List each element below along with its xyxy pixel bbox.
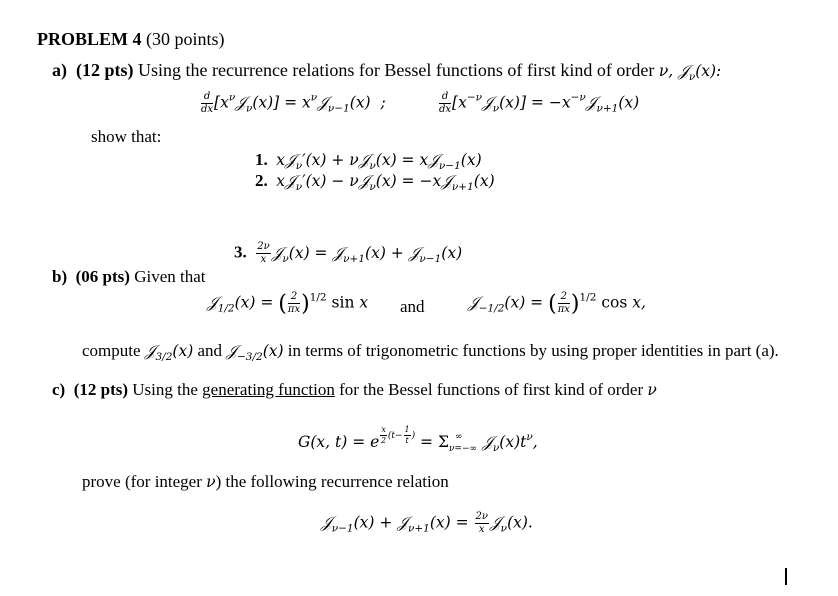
recurrence-relation-1: d dx [xν𝒥ν(x)] = xν𝒥ν−1(x) ; <box>201 91 386 115</box>
generating-function-equation: G(x, t) = e x 2 (t− 1 t) = Σν=−∞∞ 𝒥ν(x)tν, <box>298 425 538 454</box>
identity-3: 3. 2ν x 𝒥ν(x) = 𝒥ν+1(x) + 𝒥ν−1(x) <box>234 241 463 265</box>
part-c-points: (12 pts) <box>73 380 129 399</box>
prove-text: prove (for integer ν) the following recu… <box>82 473 449 491</box>
part-b-intro: b) (06 pts) Given that <box>52 268 205 285</box>
part-b-intro-text: Given that <box>134 267 206 286</box>
task-j-three-halves: 𝒥3/2(x) <box>144 342 194 363</box>
identity-1: 1. x𝒥ν′(x) + ν𝒥ν(x) = x𝒥ν−1(x) <box>255 150 482 172</box>
text-cursor <box>785 568 787 585</box>
identity-1-num: 1. <box>255 150 268 169</box>
prove-nu-symbol: ν <box>206 473 216 491</box>
generating-function-link: generating function <box>202 380 335 399</box>
task-post: in terms of trigonometric functions by u… <box>283 341 779 360</box>
identity-2: 2. x𝒥ν′(x) − ν𝒥ν(x) = −x𝒥ν+1(x) <box>255 171 495 193</box>
part-c-label: c) <box>52 380 66 399</box>
problem-title: PROBLEM 4 <box>37 29 142 49</box>
part-c-nu-symbol: ν <box>647 381 657 399</box>
identity-3-num: 3. <box>234 242 247 262</box>
part-c-intro-post: for the Bessel functions of first kind o… <box>334 380 648 399</box>
task-j-minus-three-halves: 𝒥−3/2(x) <box>226 342 284 363</box>
task-pre: compute <box>82 341 145 360</box>
part-b-task: compute 𝒥3/2(x) and 𝒥−3/2(x) in terms of… <box>82 342 779 363</box>
part-a-intro-text: Using the recurrence relations for Besse… <box>138 60 659 80</box>
show-that-label: show that: <box>91 127 162 146</box>
given-j-half: 𝒥1/2(x) = (2 πx)1/2 sin x <box>207 291 369 317</box>
identity-2-num: 2. <box>255 171 268 190</box>
part-b-points: (06 pts) <box>75 267 130 286</box>
prove-pre: prove (for integer <box>82 472 207 491</box>
part-a-points: (12 pts) <box>76 60 134 80</box>
task-mid: and <box>193 341 227 360</box>
given-j-minus-half: 𝒥−1/2(x) = (2 πx)1/2 cos x, <box>468 291 646 317</box>
problem-heading: PROBLEM 4 (30 points) <box>37 30 225 48</box>
part-a-intro-symbol: ν, 𝒥ν(x): <box>658 62 722 83</box>
part-c-intro-pre: Using the <box>132 380 203 399</box>
part-b-label: b) <box>52 267 68 286</box>
part-c-intro: c) (12 pts) Using the generating functio… <box>52 381 657 399</box>
and-text: and <box>400 297 425 316</box>
prove-post: ) the following recurrence relation <box>215 472 449 491</box>
final-recurrence-relation: 𝒥ν−1(x) + 𝒥ν+1(x) = 2ν x 𝒥ν(x). <box>321 511 533 535</box>
part-a-label: a) <box>52 60 67 80</box>
part-a-intro: a) (12 pts) Using the recurrence relatio… <box>52 61 721 83</box>
problem-points: (30 points) <box>146 29 225 49</box>
recurrence-relation-2: d dx [x−ν𝒥ν(x)] = −x−ν𝒥ν+1(x) <box>439 91 640 115</box>
